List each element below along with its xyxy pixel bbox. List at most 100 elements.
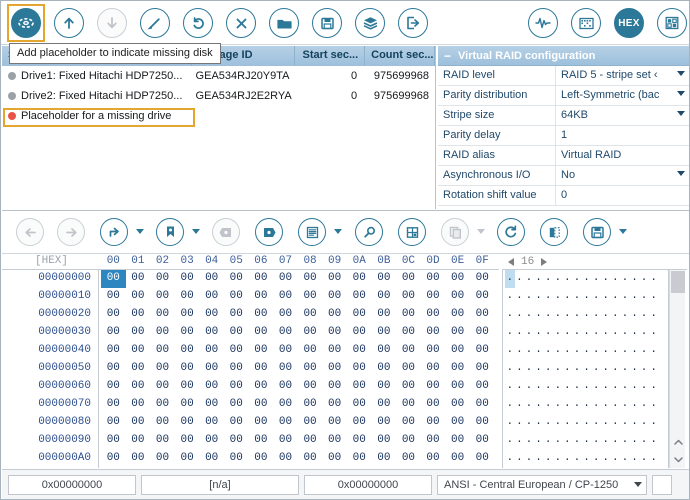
ascii-cell[interactable]: . [639, 306, 649, 324]
ascii-cell[interactable]: . [582, 288, 592, 306]
hex-cell[interactable]: 00 [445, 450, 470, 468]
hex-cell[interactable]: 00 [298, 288, 323, 306]
ascii-cell[interactable]: . [572, 414, 582, 432]
hex-cell[interactable]: 00 [372, 324, 397, 342]
ascii-cell[interactable]: . [543, 270, 553, 288]
ascii-cell[interactable]: . [515, 414, 525, 432]
hex-cell[interactable]: 00 [470, 378, 495, 396]
column-header-count-sector[interactable]: Count sec... [365, 46, 435, 66]
hex-cell[interactable]: 00 [396, 324, 421, 342]
ascii-cell[interactable]: . [649, 324, 659, 342]
ascii-cell[interactable]: . [553, 288, 563, 306]
ascii-cell[interactable]: . [524, 270, 534, 288]
hex-cell[interactable]: 00 [150, 432, 175, 450]
hex-cell[interactable]: 00 [150, 414, 175, 432]
hex-cell[interactable]: 00 [126, 288, 151, 306]
raid-property-row-parity-distribution[interactable]: Parity distribution Left-Symmetric (bac [438, 86, 689, 106]
ascii-cell[interactable]: . [620, 270, 630, 288]
ascii-cell[interactable]: . [524, 414, 534, 432]
move-down-button[interactable] [97, 8, 127, 38]
export-button[interactable] [398, 8, 428, 38]
ascii-cell[interactable]: . [639, 432, 649, 450]
ascii-cell[interactable]: . [639, 270, 649, 288]
hex-cell[interactable]: 00 [396, 306, 421, 324]
hex-cell[interactable]: 00 [347, 360, 372, 378]
hex-cell[interactable]: 00 [101, 324, 126, 342]
ascii-cell[interactable]: . [620, 450, 630, 468]
hex-cell[interactable]: 00 [372, 378, 397, 396]
ascii-cell[interactable]: . [639, 324, 649, 342]
hex-cell[interactable]: 00 [249, 396, 274, 414]
ascii-cell[interactable]: . [630, 396, 640, 414]
ascii-cell[interactable]: . [611, 432, 621, 450]
hex-cell[interactable]: 00 [150, 270, 175, 288]
hex-cell[interactable]: 00 [224, 450, 249, 468]
signal-button[interactable] [528, 8, 558, 38]
ascii-cell[interactable]: . [601, 396, 611, 414]
hex-cell[interactable]: 00 [224, 432, 249, 450]
hex-cell[interactable]: 00 [396, 450, 421, 468]
ascii-cell[interactable]: . [582, 306, 592, 324]
property-value[interactable]: RAID 5 - stripe set ‹ [556, 66, 689, 85]
hex-cell[interactable]: 00 [249, 414, 274, 432]
ascii-cell[interactable]: . [572, 378, 582, 396]
ascii-cell[interactable]: . [563, 306, 573, 324]
bookmark-button[interactable] [156, 218, 184, 246]
table-row[interactable]: Drive1: Fixed Hitachi HDP7250... GEA534R… [2, 66, 435, 86]
raid-property-row-stripe-size[interactable]: Stripe size 64KB [438, 106, 689, 126]
hex-cell[interactable]: 00 [322, 450, 347, 468]
ascii-cell[interactable]: . [563, 288, 573, 306]
ascii-cell[interactable]: . [553, 342, 563, 360]
ascii-cell[interactable]: . [611, 378, 621, 396]
hex-cell[interactable]: 00 [101, 342, 126, 360]
hex-cell[interactable]: 00 [273, 342, 298, 360]
list-view-dropdown-caret[interactable] [334, 229, 342, 234]
ascii-cell[interactable]: . [591, 396, 601, 414]
hex-cell[interactable]: 00 [322, 360, 347, 378]
ascii-cell[interactable]: . [563, 396, 573, 414]
layers-button[interactable] [355, 8, 385, 38]
ascii-cell[interactable]: . [524, 324, 534, 342]
ascii-cell[interactable]: . [591, 360, 601, 378]
ascii-cell[interactable]: . [534, 360, 544, 378]
hex-cell[interactable]: 00 [445, 432, 470, 450]
hex-cell[interactable]: 00 [298, 378, 323, 396]
hex-cell[interactable]: 00 [273, 432, 298, 450]
hex-cell[interactable]: 00 [101, 432, 126, 450]
ascii-cell[interactable]: . [591, 450, 601, 468]
scroll-down-button[interactable] [670, 451, 686, 468]
hex-cell[interactable]: 00 [421, 306, 446, 324]
ascii-cell[interactable]: . [543, 360, 553, 378]
ascii-cell[interactable]: . [601, 450, 611, 468]
ascii-cell[interactable]: . [534, 324, 544, 342]
hex-cell[interactable]: 00 [421, 378, 446, 396]
hex-cell[interactable]: 00 [445, 378, 470, 396]
hex-cell[interactable]: 00 [470, 396, 495, 414]
ascii-cell[interactable]: . [553, 414, 563, 432]
ascii-cell[interactable]: . [524, 396, 534, 414]
hex-cell[interactable]: 00 [470, 342, 495, 360]
raid-property-row-raid-level[interactable]: RAID level RAID 5 - stripe set ‹ [438, 66, 689, 86]
hex-cell[interactable]: 00 [470, 270, 495, 288]
save-button[interactable] [312, 8, 342, 38]
hex-cell[interactable]: 00 [126, 396, 151, 414]
ascii-cell[interactable]: . [524, 450, 534, 468]
ascii-cell[interactable]: . [563, 270, 573, 288]
hex-cell[interactable]: 00 [347, 306, 372, 324]
hex-cell[interactable]: 00 [421, 450, 446, 468]
hex-cell[interactable]: 00 [372, 342, 397, 360]
hex-cell[interactable]: 00 [101, 360, 126, 378]
hex-vertical-scrollbar[interactable] [669, 270, 685, 468]
hex-cell[interactable]: 00 [372, 414, 397, 432]
go-to-offset-button[interactable] [100, 218, 128, 246]
ascii-cell[interactable]: . [639, 360, 649, 378]
ascii-cell[interactable]: . [620, 306, 630, 324]
ascii-cell[interactable]: . [582, 396, 592, 414]
hex-cell[interactable]: 00 [199, 450, 224, 468]
hex-cell[interactable]: 00 [273, 306, 298, 324]
hex-cell[interactable]: 00 [249, 360, 274, 378]
next-block-button[interactable] [255, 218, 283, 246]
hex-cell[interactable]: 00 [249, 270, 274, 288]
property-value[interactable]: No [556, 166, 689, 185]
hex-cell[interactable]: 00 [199, 396, 224, 414]
